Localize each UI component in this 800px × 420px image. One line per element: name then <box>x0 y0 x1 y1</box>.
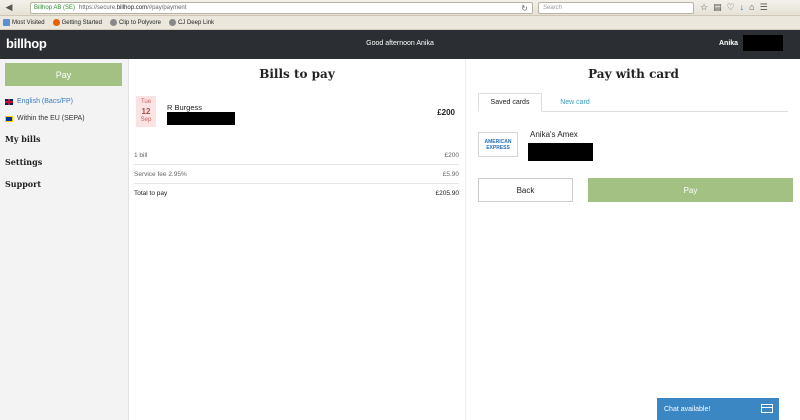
bills-title: Bills to pay <box>259 67 335 81</box>
due-day: 12 <box>141 107 151 116</box>
payee-name: R Burgess <box>167 103 203 112</box>
pocket-icon[interactable]: ♡ <box>727 2 735 13</box>
tab-saved-cards[interactable]: Saved cards <box>478 93 542 112</box>
sidebar: Pay English (Bacs/FP) Within the EU (SEP… <box>0 59 129 420</box>
redacted-block <box>743 35 783 51</box>
summary-row-total: Total to pay £205.90 <box>134 190 459 197</box>
url-text: https://secure.billhop.com/#pay/payment <box>79 5 187 11</box>
star-icon[interactable]: ☆ <box>700 2 708 13</box>
bookmark-cj-deep-link[interactable]: CJ Deep Link <box>168 19 214 26</box>
sidebar-item-settings[interactable]: Settings <box>5 157 42 167</box>
site-identity[interactable]: Billhop AB (SE) <box>34 5 75 11</box>
greeting-text: Good afternoon Anika <box>366 40 434 47</box>
bills-panel: Bills to pay Tue 12 Sep R Burgess £200 1… <box>130 59 464 420</box>
due-date-badge: Tue 12 Sep <box>136 96 156 127</box>
saved-card-name[interactable]: Anika's Amex <box>530 130 578 139</box>
payment-summary: 1 bill £200 Service fee 2.95% £5.90 Total … <box>134 146 459 203</box>
home-icon[interactable]: ⌂ <box>749 2 754 13</box>
browser-search-input[interactable]: Search <box>538 2 694 14</box>
sidebar-item-my-bills[interactable]: My bills <box>5 134 41 144</box>
user-name[interactable]: Anika <box>719 40 738 47</box>
bookmark-clip-to-polyvore[interactable]: Clip to Polyvore <box>109 19 161 26</box>
browser-toolbar-icons: ☆ ▤ ♡ ↓ ⌂ ☰ <box>700 2 768 13</box>
menu-icon[interactable]: ☰ <box>760 2 768 13</box>
globe-icon <box>168 19 176 26</box>
language-english-bacs[interactable]: English (Bacs/FP) <box>5 98 73 105</box>
folder-icon <box>3 19 10 26</box>
back-button[interactable]: Back <box>478 178 573 202</box>
pay-with-card-title: Pay with card <box>588 67 679 81</box>
bookmark-most-visited[interactable]: Most Visited <box>3 19 45 26</box>
back-arrow-icon[interactable]: ◀ <box>2 2 16 14</box>
firefox-icon <box>52 19 60 26</box>
reading-list-icon[interactable]: ▤ <box>713 2 722 13</box>
search-placeholder: Search <box>543 5 563 11</box>
chat-widget[interactable]: Chat available! <box>657 398 779 420</box>
summary-row-bills: 1 bill £200 <box>134 146 459 165</box>
chat-label: Chat available! <box>664 405 711 413</box>
address-bar[interactable]: Billhop AB (SE) https://secure.billhop.c… <box>30 2 533 14</box>
browser-toolbar: ◀ Billhop AB (SE) https://secure.billhop… <box>0 0 800 16</box>
chat-window-icon <box>761 404 773 413</box>
redacted-block <box>528 143 593 161</box>
bill-amount: £200 <box>437 108 455 117</box>
bookmarks-bar: Most Visited Getting Started Clip to Pol… <box>0 16 800 30</box>
due-month: Sep <box>140 117 152 123</box>
language-eu-sepa[interactable]: Within the EU (SEPA) <box>5 115 85 122</box>
amex-logo-icon: AMERICAN EXPRESS <box>478 132 518 157</box>
globe-icon <box>109 19 117 26</box>
pay-with-card-panel: Pay with card Saved cards New card AMERI… <box>465 59 800 420</box>
redacted-block <box>167 112 235 125</box>
due-weekday: Tue <box>140 99 152 105</box>
bookmark-getting-started[interactable]: Getting Started <box>52 19 102 26</box>
download-icon[interactable]: ↓ <box>740 2 745 13</box>
app-header: billhop Good afternoon Anika Anika <box>0 30 800 59</box>
uk-flag-icon <box>5 98 13 105</box>
pay-button[interactable]: Pay <box>588 178 793 202</box>
tab-new-card[interactable]: New card <box>550 93 600 112</box>
sidebar-item-support[interactable]: Support <box>5 179 41 189</box>
sidebar-pay-button[interactable]: Pay <box>5 63 122 86</box>
eu-flag-icon <box>5 115 13 122</box>
summary-row-service-fee: Service fee 2.95% £5.90 <box>134 165 459 184</box>
card-tabs: Saved cards New card <box>478 93 788 112</box>
reload-icon[interactable]: ↻ <box>521 4 528 13</box>
